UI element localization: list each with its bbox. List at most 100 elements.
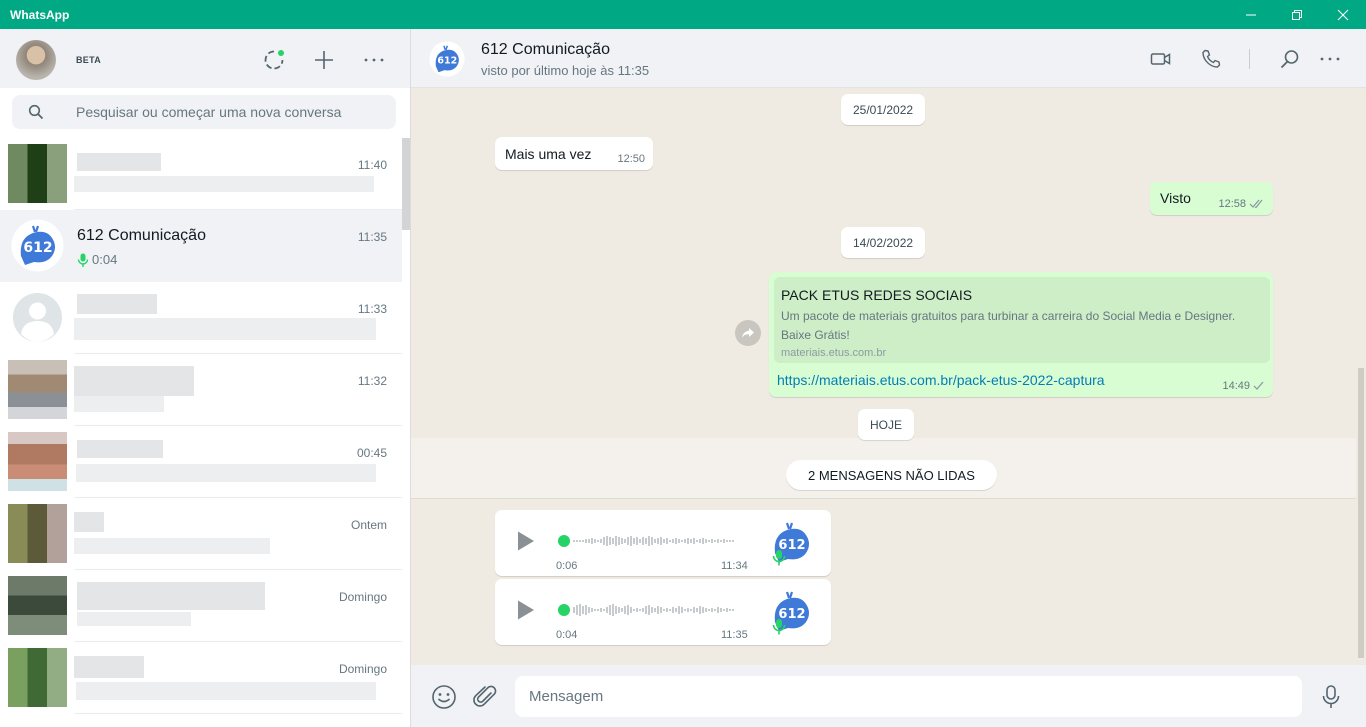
video-call-icon <box>1150 53 1171 65</box>
attach-button[interactable] <box>473 684 499 710</box>
avatar-label-text: 612 <box>437 55 457 66</box>
blurred-message-preview <box>74 396 164 412</box>
incoming-message[interactable]: Mais uma vez 12:50 <box>495 137 653 170</box>
link-preview-card[interactable]: PACK ETUS REDES SOCIAIS Um pacote de mat… <box>774 277 1270 363</box>
emoji-icon <box>432 685 456 709</box>
sidebar-menu-button[interactable] <box>362 48 386 72</box>
voice-call-button[interactable] <box>1199 47 1223 71</box>
chat-list-item-612-comunicacao[interactable]: 612 612 Comunicação 11:35 0:04 <box>0 210 402 282</box>
blurred-contact-name <box>77 440 163 458</box>
blurred-message-preview <box>77 612 191 626</box>
new-chat-icon <box>315 51 333 69</box>
status-icon <box>264 50 284 70</box>
my-avatar[interactable] <box>16 40 56 80</box>
chat-time: Domingo <box>338 662 387 676</box>
conversation-header[interactable]: 612 612 Comunicação visto por último hoj… <box>411 29 1366 88</box>
chat-list-item[interactable]: 11:40 <box>0 138 402 210</box>
audio-waveform[interactable] <box>557 601 743 619</box>
link-preview-domain: materiais.etus.com.br <box>781 347 887 359</box>
chat-time: 11:40 <box>357 158 387 172</box>
conversation-menu-button[interactable] <box>1318 47 1342 71</box>
last-seen-status: visto por último hoje às 11:35 <box>481 63 650 78</box>
outgoing-link-message[interactable]: PACK ETUS REDES SOCIAIS Um pacote de mat… <box>769 272 1273 397</box>
message-link[interactable]: https://materiais.etus.com.br/pack-etus-… <box>777 372 1105 388</box>
sidebar: BETA 11:40 <box>0 29 411 727</box>
contact-avatar <box>8 432 67 491</box>
link-preview-title: PACK ETUS REDES SOCIAIS <box>781 287 973 303</box>
title-bar: WhatsApp <box>0 0 1366 29</box>
message-composer <box>411 665 1366 727</box>
conversation-name: 612 Comunicação <box>481 41 610 58</box>
forward-button[interactable] <box>735 320 761 346</box>
voice-duration: 0:04 <box>556 629 578 641</box>
default-avatar-icon <box>8 288 67 347</box>
blurred-contact-name <box>74 366 194 396</box>
audio-waveform[interactable] <box>557 532 743 550</box>
voice-call-icon <box>1202 49 1221 68</box>
minimize-icon <box>1246 14 1256 15</box>
new-chat-button[interactable] <box>312 48 336 72</box>
forward-icon <box>742 328 754 338</box>
conversation-avatar[interactable]: 612 <box>427 39 467 79</box>
search-messages-button[interactable] <box>1278 47 1302 71</box>
close-icon <box>1337 9 1349 20</box>
chat-list-scrollbar[interactable] <box>402 138 410 727</box>
blurred-message-preview <box>74 176 374 192</box>
chat-time: Domingo <box>338 590 387 604</box>
contact-avatar <box>8 576 67 635</box>
minimize-button[interactable] <box>1228 0 1274 29</box>
status-button[interactable] <box>262 48 286 72</box>
search-box[interactable] <box>12 95 396 129</box>
menu-icon <box>1320 57 1340 61</box>
avatar-label-text: 612 <box>23 240 52 256</box>
message-time: 11:34 <box>721 560 748 572</box>
incoming-voice-message[interactable]: 0:04 11:35 612 <box>495 579 831 645</box>
emoji-button[interactable] <box>431 684 457 710</box>
chat-time: 11:35 <box>357 230 387 244</box>
message-time: 14:49 <box>1222 380 1250 392</box>
chat-time: 11:33 <box>357 302 387 316</box>
restore-icon <box>1292 9 1302 20</box>
restore-button[interactable] <box>1274 0 1320 29</box>
sender-avatar: 612 <box>771 517 817 567</box>
chat-time: 00:45 <box>356 446 387 460</box>
attach-icon <box>473 685 497 707</box>
play-icon[interactable] <box>515 599 537 621</box>
menu-icon <box>364 58 384 62</box>
message-time: 11:35 <box>721 629 748 641</box>
chat-list-item[interactable]: 11:32 <box>0 354 402 426</box>
play-icon[interactable] <box>515 530 537 552</box>
search-input[interactable] <box>76 95 386 129</box>
close-button[interactable] <box>1320 0 1366 29</box>
link-preview-description-2: Baixe Grátis! <box>781 328 850 342</box>
app-title: WhatsApp <box>10 8 70 22</box>
message-text: Mais uma vez <box>505 146 592 162</box>
unread-messages-banner: 2 MENSAGENS NÃO LIDAS <box>786 460 997 490</box>
avatar-label-text: 612 <box>778 607 805 622</box>
date-chip: 14/02/2022 <box>841 227 926 258</box>
blurred-contact-name <box>77 582 265 610</box>
search-icon <box>1280 50 1299 69</box>
search-bar <box>0 88 410 138</box>
message-text: Visto <box>1160 190 1191 206</box>
microphone-icon <box>77 253 89 267</box>
chat-list-item[interactable]: 11:33 <box>0 282 402 354</box>
chat-list-item[interactable]: Domingo <box>0 570 402 642</box>
chat-list-item[interactable]: Domingo <box>0 642 402 714</box>
blurred-contact-name <box>77 153 161 171</box>
message-input[interactable] <box>515 676 1302 717</box>
microphone-icon <box>1322 685 1340 708</box>
outgoing-message[interactable]: Visto 12:58 <box>1150 182 1273 215</box>
avatar-label-text: 612 <box>778 538 805 553</box>
chat-list-item[interactable]: 00:45 <box>0 426 402 498</box>
chat-time: 11:32 <box>357 374 387 388</box>
video-call-button[interactable] <box>1149 47 1173 71</box>
voice-record-button[interactable] <box>1320 684 1342 710</box>
voice-duration: 0:06 <box>556 560 578 572</box>
beta-badge: BETA <box>76 55 102 65</box>
messages-scrollbar[interactable] <box>1356 88 1366 665</box>
contact-avatar <box>8 360 67 419</box>
incoming-voice-message[interactable]: 0:06 11:34 612 <box>495 510 831 576</box>
chat-list-item[interactable]: Ontem <box>0 498 402 570</box>
contact-avatar <box>8 648 67 707</box>
